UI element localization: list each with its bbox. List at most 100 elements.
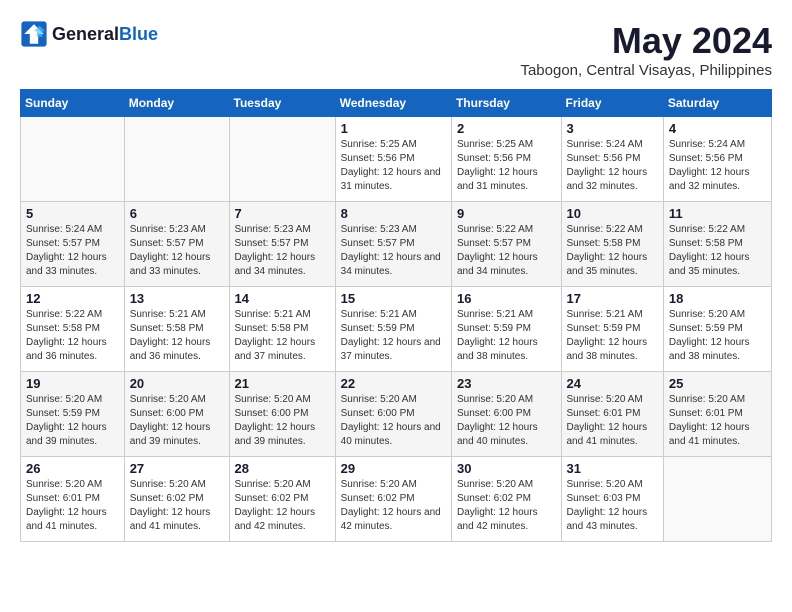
calendar-table: SundayMondayTuesdayWednesdayThursdayFrid… xyxy=(20,89,772,542)
calendar-cell: 30Sunrise: 5:20 AMSunset: 6:02 PMDayligh… xyxy=(451,457,561,542)
day-info: Sunrise: 5:21 AMSunset: 5:58 PMDaylight:… xyxy=(235,308,330,364)
calendar-cell: 4Sunrise: 5:24 AMSunset: 5:56 PMDaylight… xyxy=(663,117,771,202)
day-number: 5 xyxy=(26,206,119,221)
logo: GeneralBlue xyxy=(20,20,158,48)
calendar-cell: 5 Sunrise: 5:24 AMSunset: 5:57 PMDaylight… xyxy=(21,202,125,287)
day-info: Sunrise: 5:25 AMSunset: 5:56 PMDaylight:… xyxy=(457,138,556,194)
calendar-cell: 9 Sunrise: 5:22 AMSunset: 5:57 PMDaylight… xyxy=(451,202,561,287)
page-header: GeneralBlue May 2024 Tabogon, Central Vi… xyxy=(20,20,772,79)
col-header-saturday: Saturday xyxy=(663,90,771,117)
day-number: 17 xyxy=(567,291,658,306)
col-header-friday: Friday xyxy=(561,90,663,117)
day-info: Sunrise: 5:23 AMSunset: 5:57 PMDaylight:… xyxy=(341,223,446,279)
logo-text: GeneralBlue xyxy=(52,24,158,45)
day-number: 6 xyxy=(130,206,224,221)
calendar-cell: 11Sunrise: 5:22 AMSunset: 5:58 PMDayligh… xyxy=(663,202,771,287)
calendar-cell: 14 Sunrise: 5:21 AMSunset: 5:58 PMDayligh… xyxy=(229,287,335,372)
day-info: Sunrise: 5:20 AMSunset: 6:01 PMDaylight:… xyxy=(567,393,658,449)
day-info: Sunrise: 5:24 AMSunset: 5:56 PMDaylight:… xyxy=(669,138,766,194)
day-info: Sunrise: 5:22 AMSunset: 5:58 PMDaylight:… xyxy=(567,223,658,279)
day-number: 29 xyxy=(341,461,446,476)
calendar-week-row: 5 Sunrise: 5:24 AMSunset: 5:57 PMDaylight… xyxy=(21,202,772,287)
calendar-cell: 6 Sunrise: 5:23 AMSunset: 5:57 PMDaylight… xyxy=(124,202,229,287)
title-area: May 2024 Tabogon, Central Visayas, Phili… xyxy=(520,20,772,79)
day-number: 7 xyxy=(235,206,330,221)
day-number: 24 xyxy=(567,376,658,391)
day-info: Sunrise: 5:23 AMSunset: 5:57 PMDaylight:… xyxy=(130,223,224,279)
calendar-cell: 26Sunrise: 5:20 AMSunset: 6:01 PMDayligh… xyxy=(21,457,125,542)
month-title: May 2024 xyxy=(520,20,772,62)
day-info: Sunrise: 5:25 AMSunset: 5:56 PMDaylight:… xyxy=(341,138,446,194)
day-number: 16 xyxy=(457,291,556,306)
calendar-cell: 21Sunrise: 5:20 AMSunset: 6:00 PMDayligh… xyxy=(229,372,335,457)
day-info: Sunrise: 5:20 AMSunset: 6:01 PMDaylight:… xyxy=(669,393,766,449)
calendar-cell: 15Sunrise: 5:21 AMSunset: 5:59 PMDayligh… xyxy=(335,287,451,372)
day-info: Sunrise: 5:24 AMSunset: 5:57 PMDaylight:… xyxy=(26,223,119,279)
calendar-cell: 8 Sunrise: 5:23 AMSunset: 5:57 PMDaylight… xyxy=(335,202,451,287)
col-header-thursday: Thursday xyxy=(451,90,561,117)
calendar-cell: 28Sunrise: 5:20 AMSunset: 6:02 PMDayligh… xyxy=(229,457,335,542)
day-info: Sunrise: 5:24 AMSunset: 5:56 PMDaylight:… xyxy=(567,138,658,194)
day-number: 31 xyxy=(567,461,658,476)
calendar-week-row: 1 Sunrise: 5:25 AMSunset: 5:56 PMDaylight… xyxy=(21,117,772,202)
calendar-cell: 2 Sunrise: 5:25 AMSunset: 5:56 PMDaylight… xyxy=(451,117,561,202)
calendar-week-row: 12 Sunrise: 5:22 AMSunset: 5:58 PMDayligh… xyxy=(21,287,772,372)
day-info: Sunrise: 5:22 AMSunset: 5:57 PMDaylight:… xyxy=(457,223,556,279)
day-number: 20 xyxy=(130,376,224,391)
day-info: Sunrise: 5:20 AMSunset: 6:02 PMDaylight:… xyxy=(235,478,330,534)
day-number: 18 xyxy=(669,291,766,306)
calendar-cell: 10 Sunrise: 5:22 AMSunset: 5:58 PMDayligh… xyxy=(561,202,663,287)
day-number: 13 xyxy=(130,291,224,306)
day-number: 1 xyxy=(341,121,446,136)
day-info: Sunrise: 5:20 AMSunset: 6:02 PMDaylight:… xyxy=(130,478,224,534)
calendar-week-row: 19 Sunrise: 5:20 AMSunset: 5:59 PMDayligh… xyxy=(21,372,772,457)
day-info: Sunrise: 5:21 AMSunset: 5:58 PMDaylight:… xyxy=(130,308,224,364)
calendar-cell: 27 Sunrise: 5:20 AMSunset: 6:02 PMDayligh… xyxy=(124,457,229,542)
calendar-cell: 20 Sunrise: 5:20 AMSunset: 6:00 PMDayligh… xyxy=(124,372,229,457)
calendar-cell xyxy=(124,117,229,202)
calendar-cell: 18 Sunrise: 5:20 AMSunset: 5:59 PMDayligh… xyxy=(663,287,771,372)
day-number: 9 xyxy=(457,206,556,221)
day-number: 12 xyxy=(26,291,119,306)
day-number: 2 xyxy=(457,121,556,136)
calendar-cell: 24 Sunrise: 5:20 AMSunset: 6:01 PMDayligh… xyxy=(561,372,663,457)
logo-icon xyxy=(20,20,48,48)
day-info: Sunrise: 5:21 AMSunset: 5:59 PMDaylight:… xyxy=(341,308,446,364)
day-number: 8 xyxy=(341,206,446,221)
calendar-cell: 12 Sunrise: 5:22 AMSunset: 5:58 PMDayligh… xyxy=(21,287,125,372)
day-number: 21 xyxy=(235,376,330,391)
day-number: 23 xyxy=(457,376,556,391)
col-header-monday: Monday xyxy=(124,90,229,117)
day-info: Sunrise: 5:21 AMSunset: 5:59 PMDaylight:… xyxy=(457,308,556,364)
calendar-cell xyxy=(21,117,125,202)
day-info: Sunrise: 5:20 AMSunset: 6:00 PMDaylight:… xyxy=(130,393,224,449)
day-info: Sunrise: 5:22 AMSunset: 5:58 PMDaylight:… xyxy=(26,308,119,364)
day-number: 22 xyxy=(341,376,446,391)
calendar-cell: 17Sunrise: 5:21 AMSunset: 5:59 PMDayligh… xyxy=(561,287,663,372)
calendar-cell: 29 Sunrise: 5:20 AMSunset: 6:02 PMDayligh… xyxy=(335,457,451,542)
day-number: 14 xyxy=(235,291,330,306)
day-number: 26 xyxy=(26,461,119,476)
calendar-header-row: SundayMondayTuesdayWednesdayThursdayFrid… xyxy=(21,90,772,117)
calendar-cell: 25 Sunrise: 5:20 AMSunset: 6:01 PMDayligh… xyxy=(663,372,771,457)
logo-general: General xyxy=(52,24,119,44)
day-number: 25 xyxy=(669,376,766,391)
calendar-cell: 16 Sunrise: 5:21 AMSunset: 5:59 PMDayligh… xyxy=(451,287,561,372)
day-info: Sunrise: 5:20 AMSunset: 6:00 PMDaylight:… xyxy=(341,393,446,449)
calendar-cell: 23Sunrise: 5:20 AMSunset: 6:00 PMDayligh… xyxy=(451,372,561,457)
calendar-cell: 3Sunrise: 5:24 AMSunset: 5:56 PMDaylight… xyxy=(561,117,663,202)
calendar-cell: 31Sunrise: 5:20 AMSunset: 6:03 PMDayligh… xyxy=(561,457,663,542)
col-header-tuesday: Tuesday xyxy=(229,90,335,117)
day-number: 27 xyxy=(130,461,224,476)
calendar-cell: 13 Sunrise: 5:21 AMSunset: 5:58 PMDayligh… xyxy=(124,287,229,372)
day-info: Sunrise: 5:23 AMSunset: 5:57 PMDaylight:… xyxy=(235,223,330,279)
day-info: Sunrise: 5:20 AMSunset: 6:02 PMDaylight:… xyxy=(341,478,446,534)
day-number: 19 xyxy=(26,376,119,391)
day-number: 11 xyxy=(669,206,766,221)
col-header-sunday: Sunday xyxy=(21,90,125,117)
day-info: Sunrise: 5:20 AMSunset: 5:59 PMDaylight:… xyxy=(669,308,766,364)
day-number: 10 xyxy=(567,206,658,221)
day-info: Sunrise: 5:20 AMSunset: 5:59 PMDaylight:… xyxy=(26,393,119,449)
calendar-cell: 7 Sunrise: 5:23 AMSunset: 5:57 PMDaylight… xyxy=(229,202,335,287)
col-header-wednesday: Wednesday xyxy=(335,90,451,117)
